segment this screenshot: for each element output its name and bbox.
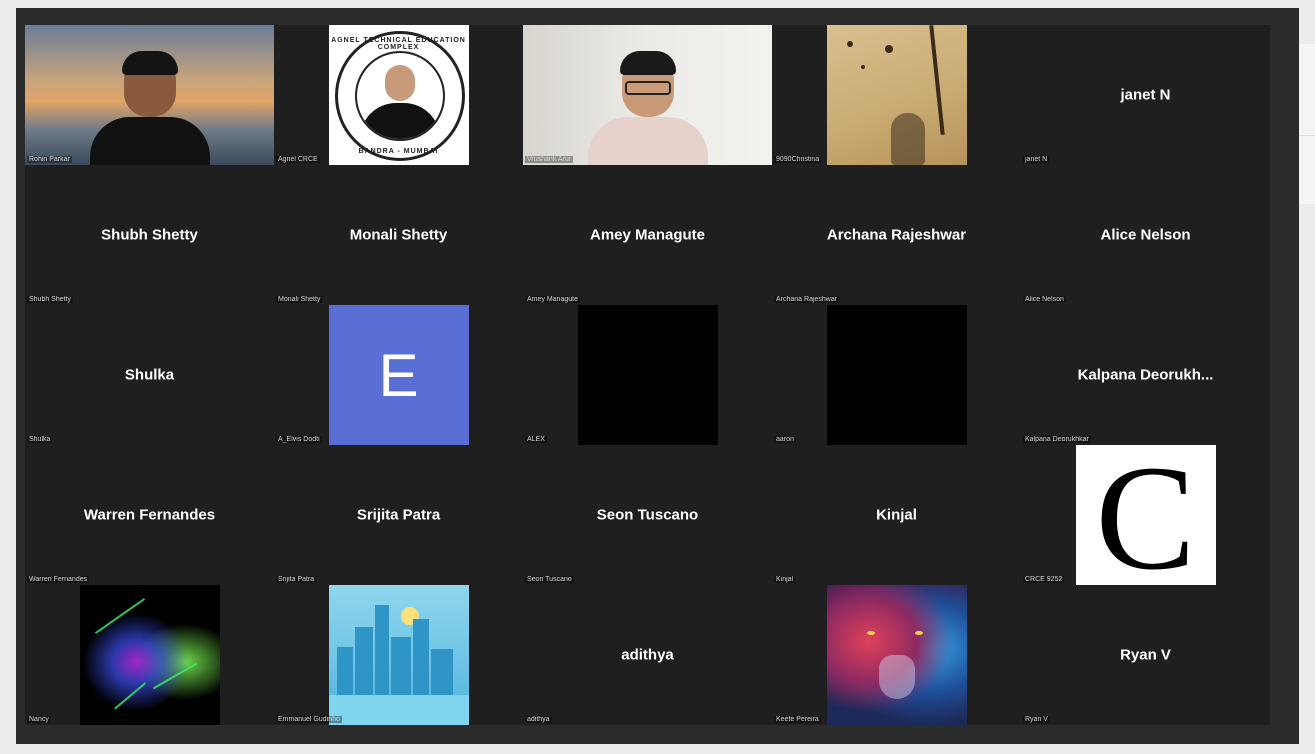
avatar-letter: E [378,341,419,409]
participant-name-label: Emmanuel Gudinho [276,716,342,723]
person-figure [587,51,708,165]
crce-logo-image: C [1075,445,1216,585]
participant-display-name: Srijita Patra [356,506,441,524]
participant-tile[interactable]: adithya adithya [523,585,772,725]
profile-picture [577,305,718,445]
participant-display-name: Archana Rajeshwar [826,226,967,244]
participant-display-name: janet N [1120,86,1171,104]
participant-tile[interactable]: Alice Nelson Alice Nelson [1021,165,1270,305]
logo-text-bottom: BANDRA - MUMBAI [358,148,439,155]
participant-name-label: Archana Rajeshwar [774,296,840,303]
participant-tile[interactable]: Warren Fernandes Warren Fernandes [25,445,274,585]
participant-tile[interactable]: Srijita Patra Srijita Patra [274,445,523,585]
participant-name-label: Nancy [27,716,51,723]
participant-display-name: Shubh Shetty [101,226,198,244]
participant-tile[interactable]: 9090Christina [772,25,1021,165]
participant-display-name: Kalpana Deorukh... [1077,366,1214,384]
screen: ze IB Rohin Parkar AGNEL TECHNICAL EDUCA… [0,0,1315,754]
participant-tile[interactable]: Keefe Pereira [772,585,1021,725]
person-figure [89,51,210,165]
participant-name-label: Rohin Parkar [27,156,72,163]
participant-tile[interactable]: Vrushank Arur [523,25,772,165]
participant-name-label: Amey Managute [525,296,580,303]
participant-tile[interactable]: aaron [772,305,1021,445]
participant-name-label: Agnel CRCE [276,156,320,163]
participant-display-name: Amey Managute [589,226,706,244]
participant-name-label: Alice Nelson [1023,296,1066,303]
logo-text-top: AGNEL TECHNICAL EDUCATION COMPLEX [331,37,466,51]
participant-video [523,25,772,165]
participant-name-label: aaron [774,436,796,443]
participant-name-label: A_Elvis Dodti [276,436,322,443]
gallery-view: Rohin Parkar AGNEL TECHNICAL EDUCATION C… [25,25,1270,725]
avatar: E [328,305,469,445]
participant-display-name: Warren Fernandes [83,506,216,524]
participant-tile[interactable]: C CRCE 9252 [1021,445,1270,585]
participant-tile[interactable]: Amey Managute Amey Managute [523,165,772,305]
participant-name-label: Vrushank Arur [525,156,574,163]
participant-tile[interactable]: Shubh Shetty Shubh Shetty [25,165,274,305]
profile-picture [328,585,469,725]
participant-tile[interactable]: janet N janet N [1021,25,1270,165]
participant-name-label: Kinjal [774,576,796,583]
participant-tile[interactable]: Nancy [25,585,274,725]
participant-name-label: Monali Shetty [276,296,323,303]
participant-name-label: Seon Tuscano [525,576,574,583]
participant-name-label: Ryan V [1023,716,1050,723]
participant-tile[interactable]: AGNEL TECHNICAL EDUCATION COMPLEX BANDRA… [274,25,523,165]
participant-name-label: Srijita Patra [276,576,317,583]
participant-name-label: ALEX [525,436,547,443]
participant-name-label: CRCE 9252 [1023,576,1065,583]
participant-name-label: Shubh Shetty [27,296,74,303]
participant-display-name: adithya [621,646,674,664]
participant-display-name: Ryan V [1120,646,1171,664]
participant-tile[interactable]: Rohin Parkar [25,25,274,165]
participant-name-label: Kalpana Deorukhkar [1023,436,1091,443]
participant-tile[interactable]: Seon Tuscano Seon Tuscano [523,445,772,585]
participant-name-label: Shulka [27,436,53,443]
participant-tile[interactable]: Ryan V Ryan V [1021,585,1270,725]
profile-picture [79,585,220,725]
participant-display-name: Seon Tuscano [596,506,699,524]
participant-name-label: 9090Christina [774,156,822,163]
participant-tile[interactable]: Kalpana Deorukh... Kalpana Deorukhkar [1021,305,1270,445]
participant-tile[interactable]: Archana Rajeshwar Archana Rajeshwar [772,165,1021,305]
profile-picture [826,305,967,445]
participant-tile[interactable]: Kinjal Kinjal [772,445,1021,585]
participant-tile[interactable]: Monali Shetty Monali Shetty [274,165,523,305]
participant-name-label: Warren Fernandes [27,576,90,583]
participant-name-label: janet N [1023,156,1050,163]
participant-display-name: Kinjal [876,506,917,524]
participant-display-name: Monali Shetty [349,226,448,244]
profile-picture [826,585,967,725]
participant-video [25,25,274,165]
participant-display-name: Shulka [124,366,175,384]
participant-tile[interactable]: E A_Elvis Dodti [274,305,523,445]
participant-tile[interactable]: Shulka Shulka [25,305,274,445]
participant-tile[interactable]: Emmanuel Gudinho [274,585,523,725]
profile-picture [826,25,967,165]
participant-name-label: adithya [525,716,552,723]
participant-tile[interactable]: ALEX [523,305,772,445]
logo-letter: C [1095,445,1196,585]
agnel-logo-image: AGNEL TECHNICAL EDUCATION COMPLEX BANDRA… [328,25,469,165]
participant-name-label: Keefe Pereira [774,716,821,723]
participant-display-name: Alice Nelson [1100,226,1191,244]
